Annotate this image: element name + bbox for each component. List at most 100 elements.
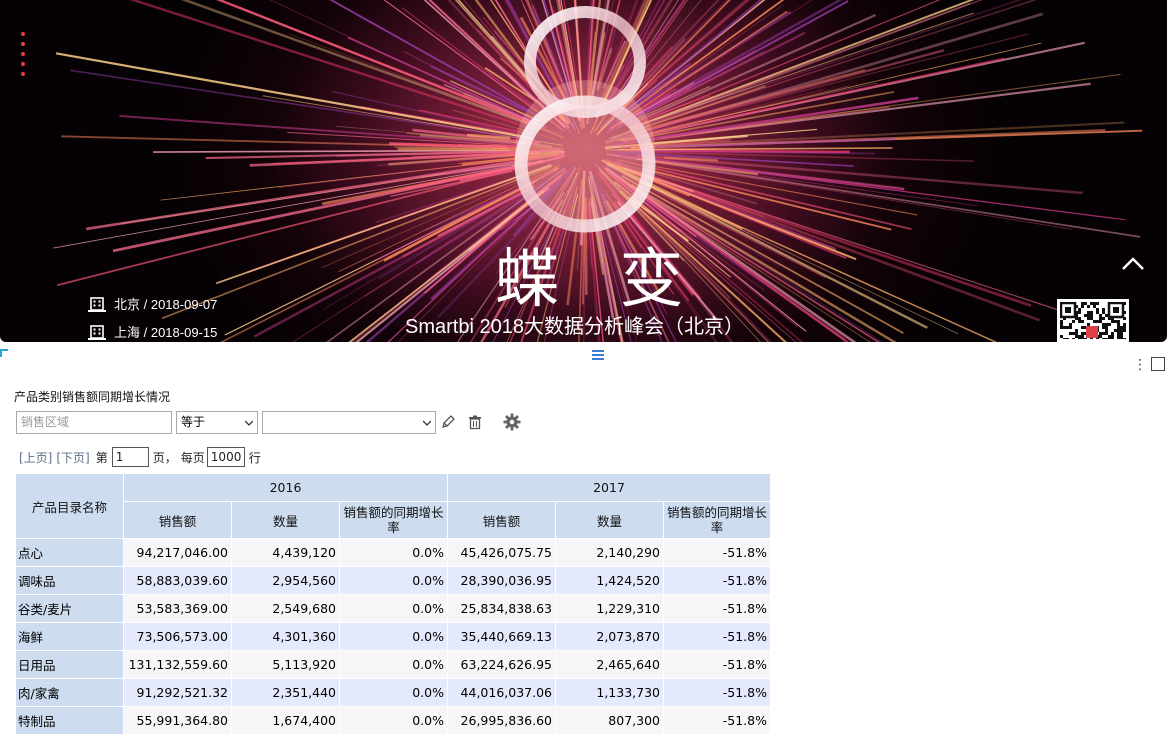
table-row: 点心 94,217,046.00 4,439,120 0.0% 45,426,075.7… <box>15 538 771 567</box>
page-number-input[interactable]: 1 <box>111 447 149 467</box>
table-cell: 4,439,120 <box>231 538 340 567</box>
table-cell: -51.8% <box>663 650 771 679</box>
chevron-down-icon <box>245 420 253 426</box>
more-options-icon[interactable]: ⋮ <box>1133 357 1147 373</box>
table-cell: 91,292,521.32 <box>123 678 232 707</box>
header-quantity: 数量 <box>555 501 664 539</box>
table-cell: 58,883,039.60 <box>123 566 232 595</box>
table-cell: 1,133,730 <box>555 678 664 707</box>
table-cell: -51.8% <box>663 622 771 651</box>
filter-value-select[interactable] <box>262 410 436 434</box>
table-cell: 2,140,290 <box>555 538 664 567</box>
header-product-category: 产品目录名称 <box>15 473 124 539</box>
table-cell: 94,217,046.00 <box>123 538 232 567</box>
header-sales: 销售额 <box>123 501 232 539</box>
header-year-2017: 2017 <box>447 473 771 502</box>
table-cell: 5,113,920 <box>231 650 340 679</box>
building-icon <box>88 324 106 340</box>
row-category: 点心 <box>15 538 124 567</box>
row-category: 日用品 <box>15 650 124 679</box>
per-page-input[interactable]: 1000 <box>206 447 245 467</box>
report-title: 产品类别销售额同期增长情况 <box>14 390 171 404</box>
event-title: 蝶 变 <box>495 243 704 317</box>
pagination-bar: [上页] [下页] 第 1 页， 每页 1000 行 <box>19 446 261 468</box>
row-category: 谷类/麦片 <box>15 594 124 623</box>
table-cell: 45,426,075.75 <box>447 538 556 567</box>
location-label: 北京 / 2018-09-07 <box>114 297 218 312</box>
event-banner: 蝶 变 Smartbi 2018大数据分析峰会（北京） 北京 / 2018-09… <box>0 0 1167 342</box>
table-cell: -51.8% <box>663 678 771 707</box>
table-cell: 0.0% <box>339 706 448 735</box>
table-row: 日用品 131,132,559.60 5,113,920 0.0% 63,224,626… <box>15 650 771 679</box>
slide-indicator-dots[interactable] <box>21 32 25 82</box>
table-row: 调味品 58,883,039.60 2,954,560 0.0% 28,390,036.… <box>15 566 771 595</box>
table-cell: -51.8% <box>663 538 771 567</box>
header-quantity: 数量 <box>231 501 340 539</box>
edit-icon[interactable] <box>438 412 458 432</box>
table-cell: 0.0% <box>339 566 448 595</box>
table-cell: 2,549,680 <box>231 594 340 623</box>
row-category: 肉/家禽 <box>15 678 124 707</box>
gear-icon[interactable] <box>502 412 522 432</box>
table-row: 肉/家禽 91,292,521.32 2,351,440 0.0% 44,016,037… <box>15 678 771 707</box>
delete-icon[interactable] <box>465 412 485 432</box>
table-cell: 0.0% <box>339 538 448 567</box>
next-page-link[interactable]: [下页] <box>56 449 89 466</box>
table-cell: 131,132,559.60 <box>123 650 232 679</box>
location-shanghai: 上海 / 2018-09-15 <box>88 322 217 341</box>
table-cell: 0.0% <box>339 594 448 623</box>
table-cell: 28,390,036.95 <box>447 566 556 595</box>
table-row: 特制品 55,991,364.80 1,674,400 0.0% 26,995,836.… <box>15 706 771 735</box>
operator-value: 等于 <box>181 414 206 429</box>
filter-field-select[interactable]: 销售区域 <box>16 410 172 434</box>
row-category: 海鲜 <box>15 622 124 651</box>
header-sales: 销售额 <box>447 501 556 539</box>
row-category: 调味品 <box>15 566 124 595</box>
header-year-2016: 2016 <box>123 473 448 502</box>
maximize-icon[interactable] <box>1151 357 1165 371</box>
table-cell: 25,834,838.63 <box>447 594 556 623</box>
sales-growth-table: 产品目录名称 2016 2017 销售额 数量 销售额的同期增长率 销售额 数量… <box>15 473 771 735</box>
table-row: 海鲜 73,506,573.00 4,301,360 0.0% 35,440,669.1… <box>15 622 771 651</box>
table-cell: -51.8% <box>663 566 771 595</box>
table-cell: 807,300 <box>555 706 664 735</box>
table-cell: 4,301,360 <box>231 622 340 651</box>
table-cell: 44,016,037.06 <box>447 678 556 707</box>
resize-handle[interactable] <box>592 350 604 362</box>
row-category: 特制品 <box>15 706 124 735</box>
table-cell: 1,229,310 <box>555 594 664 623</box>
per-page-prefix: 每页 <box>180 450 205 465</box>
table-cell: -51.8% <box>663 594 771 623</box>
figure-eight-graphic <box>514 6 656 233</box>
table-row: 谷类/麦片 53,583,369.00 2,549,680 0.0% 25,834,83… <box>15 594 771 623</box>
location-beijing: 北京 / 2018-09-07 <box>88 294 217 313</box>
table-cell: 1,674,400 <box>231 706 340 735</box>
location-label: 上海 / 2018-09-15 <box>114 325 218 340</box>
table-cell: 2,465,640 <box>555 650 664 679</box>
header-growth-rate: 销售额的同期增长率 <box>339 501 448 539</box>
prev-page-link[interactable]: [上页] <box>19 449 52 466</box>
event-subtitle: Smartbi 2018大数据分析峰会（北京） <box>405 316 744 338</box>
panel-corner-marker <box>0 349 8 357</box>
table-cell: 0.0% <box>339 678 448 707</box>
chevron-up-icon[interactable] <box>1120 254 1146 274</box>
qr-code-image <box>1057 299 1129 342</box>
filter-bar: 销售区域 等于 <box>16 410 522 434</box>
table-cell: 35,440,669.13 <box>447 622 556 651</box>
table-cell: -51.8% <box>663 706 771 735</box>
chevron-down-icon <box>423 420 431 426</box>
table-cell: 63,224,626.95 <box>447 650 556 679</box>
table-cell: 73,506,573.00 <box>123 622 232 651</box>
header-growth-rate: 销售额的同期增长率 <box>663 501 771 539</box>
page-prefix: 第 <box>95 450 108 465</box>
per-page-suffix: 行 <box>248 450 261 465</box>
table-cell: 2,351,440 <box>231 678 340 707</box>
filter-operator-select[interactable]: 等于 <box>176 410 258 434</box>
table-cell: 26,995,836.60 <box>447 706 556 735</box>
table-cell: 53,583,369.00 <box>123 594 232 623</box>
table-cell: 2,954,560 <box>231 566 340 595</box>
building-icon <box>88 296 106 312</box>
table-cell: 55,991,364.80 <box>123 706 232 735</box>
page-suffix: 页， <box>152 450 177 465</box>
table-cell: 0.0% <box>339 650 448 679</box>
